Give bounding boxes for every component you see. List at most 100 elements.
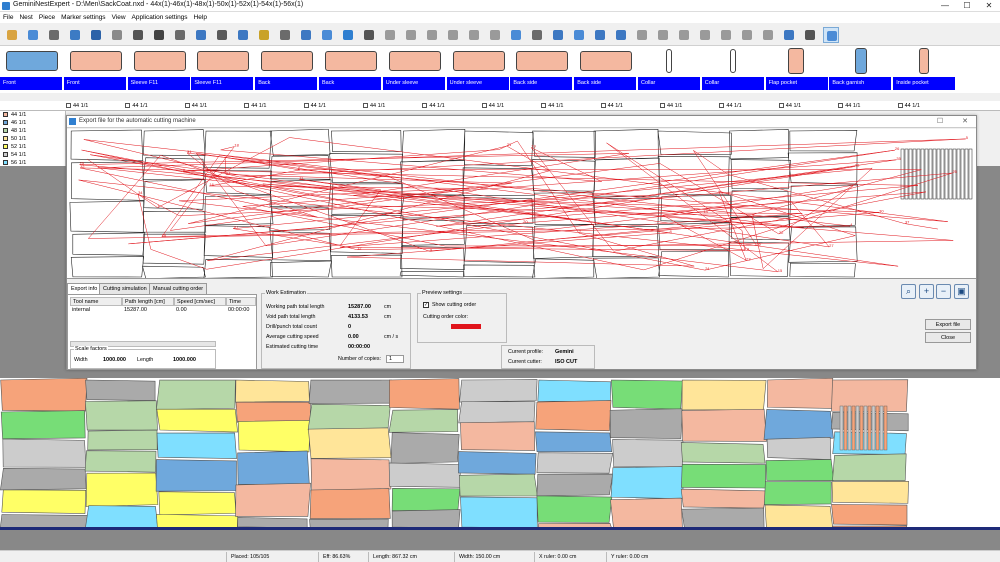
piece-quantity[interactable]: 44 1/1 <box>600 101 623 111</box>
save-button[interactable] <box>46 27 62 43</box>
piece-thumbnail[interactable]: Collar <box>701 46 765 93</box>
split-button[interactable] <box>655 27 671 43</box>
piece-thumbnail[interactable]: Under sleeve <box>446 46 510 93</box>
tool-name-cell[interactable]: internal <box>72 307 90 313</box>
quantity-checkbox[interactable] <box>838 103 844 109</box>
menu-nest[interactable]: Nest <box>16 12 35 23</box>
dialog-close-button[interactable]: ✕ <box>958 116 972 128</box>
align-button[interactable] <box>466 27 482 43</box>
quantity-checkbox[interactable] <box>303 103 309 109</box>
piece-button[interactable] <box>193 27 209 43</box>
measure-button[interactable] <box>760 27 776 43</box>
piece-quantity[interactable]: 44 1/1 <box>541 101 563 111</box>
quantity-checkbox[interactable] <box>66 103 71 109</box>
dialog-maximize-button[interactable]: ☐ <box>933 116 947 128</box>
plot-button[interactable] <box>508 27 524 43</box>
rotate-button[interactable] <box>403 27 419 43</box>
piece-thumbnail[interactable]: Back side <box>574 46 637 93</box>
quantity-checkbox[interactable] <box>125 103 131 109</box>
tab-cutting-simulation[interactable]: Cutting simulation <box>99 283 151 294</box>
size-row[interactable]: 50 1/1 <box>0 135 65 143</box>
settings-button[interactable] <box>277 27 293 43</box>
zoom-out-icon[interactable]: − <box>936 284 951 299</box>
move-button[interactable] <box>445 27 461 43</box>
minimize-button[interactable]: — <box>934 0 956 12</box>
quantity-checkbox[interactable] <box>363 103 368 109</box>
image-button[interactable] <box>529 27 545 43</box>
arrange-button[interactable] <box>382 27 398 43</box>
quantity-checkbox[interactable] <box>600 103 606 109</box>
quantity-checkbox[interactable] <box>184 103 190 109</box>
piece-quantity[interactable]: 44 1/1 <box>778 101 801 111</box>
piece-thumbnail[interactable]: Front <box>0 46 63 93</box>
save-as-button[interactable] <box>67 27 83 43</box>
size-row[interactable]: 52 1/1 <box>0 143 65 151</box>
piece-thumbnail[interactable]: Back side <box>510 46 573 93</box>
piece-quantity[interactable]: 44 1/1 <box>719 101 742 111</box>
size-row[interactable]: 54 1/1 <box>0 151 65 159</box>
list-button[interactable] <box>613 27 629 43</box>
tab-export-info[interactable]: Export info <box>67 283 102 294</box>
select-button[interactable] <box>130 27 146 43</box>
info-button[interactable] <box>718 27 734 43</box>
menu-help[interactable]: Help <box>191 12 210 23</box>
piece-thumbnail[interactable]: Inside pocket <box>893 46 956 93</box>
piece-thumbnail[interactable]: Back <box>255 46 318 93</box>
piece-thumbnail[interactable]: Back <box>319 46 382 93</box>
print-preview-button[interactable] <box>802 27 818 43</box>
piece-thumbnail[interactable]: Back garnish <box>829 46 892 93</box>
piece-thumbnail[interactable]: Sleeve F11 <box>191 46 254 93</box>
undo-button[interactable] <box>88 27 104 43</box>
piece-quantity[interactable]: 44 1/1 <box>838 101 860 111</box>
menu-file[interactable]: File <box>0 12 16 23</box>
piece-quantity[interactable]: 44 1/1 <box>125 101 148 111</box>
marker-layout-area[interactable] <box>0 378 1000 530</box>
preview-button[interactable] <box>571 27 587 43</box>
cutting-preview-canvas[interactable]: 1234567891011121314151617181920212223242… <box>67 129 976 279</box>
length-value[interactable]: 1000.000 <box>173 357 196 363</box>
piece-thumbnail[interactable]: Under sleeve <box>382 46 446 93</box>
marker-button[interactable] <box>550 27 566 43</box>
nest-button[interactable] <box>298 27 314 43</box>
user-button[interactable] <box>214 27 230 43</box>
cut-button[interactable] <box>487 27 503 43</box>
piece-quantity[interactable]: 44 1/1 <box>244 101 266 111</box>
quantity-checkbox[interactable] <box>660 103 665 109</box>
size-row[interactable]: 48 1/1 <box>0 127 65 135</box>
menu-piece[interactable]: Piece <box>36 12 58 23</box>
quantity-checkbox[interactable] <box>244 103 250 109</box>
tool-button[interactable] <box>256 27 272 43</box>
piece-thumbnail[interactable]: Sleeve F11 <box>127 46 191 93</box>
piece-quantity[interactable]: 44 1/1 <box>66 101 88 111</box>
piece-quantity[interactable]: 44 1/1 <box>303 101 326 111</box>
show-cutting-order-checkbox[interactable]: ✓ <box>423 302 429 308</box>
close-button[interactable]: Close <box>925 332 971 343</box>
menu-view[interactable]: View <box>109 12 129 23</box>
report-button[interactable] <box>340 27 356 43</box>
width-value[interactable]: 1000.000 <box>103 357 126 363</box>
print-button[interactable] <box>172 27 188 43</box>
quantity-checkbox[interactable] <box>778 103 784 109</box>
piece-quantity[interactable]: 44 1/1 <box>481 101 504 111</box>
layers-button[interactable] <box>739 27 755 43</box>
piece-quantity[interactable]: 44 1/1 <box>184 101 207 111</box>
size-row[interactable]: 46 1/1 <box>0 119 65 127</box>
place-button[interactable] <box>151 27 167 43</box>
piece-thumbnail[interactable]: Flap pocket <box>765 46 829 93</box>
zoom-button[interactable] <box>697 27 713 43</box>
cutting-order-color-swatch[interactable] <box>451 324 481 329</box>
table-button[interactable] <box>592 27 608 43</box>
piece-quantity[interactable]: 44 1/1 <box>660 101 682 111</box>
quantity-checkbox[interactable] <box>481 103 487 109</box>
quantity-checkbox[interactable] <box>541 103 547 109</box>
piece-thumbnail[interactable]: Front <box>63 46 127 93</box>
menu-marker-settings[interactable]: Marker settings <box>58 12 108 23</box>
redo-button[interactable] <box>109 27 125 43</box>
grid-button[interactable] <box>361 27 377 43</box>
piece-quantity[interactable]: 44 1/1 <box>897 101 920 111</box>
layout-button[interactable] <box>319 27 335 43</box>
crosshair-button[interactable] <box>823 27 839 43</box>
maximize-button[interactable]: ☐ <box>956 0 978 12</box>
copy-button[interactable] <box>676 27 692 43</box>
close-window-button[interactable]: ✕ <box>978 0 1000 12</box>
